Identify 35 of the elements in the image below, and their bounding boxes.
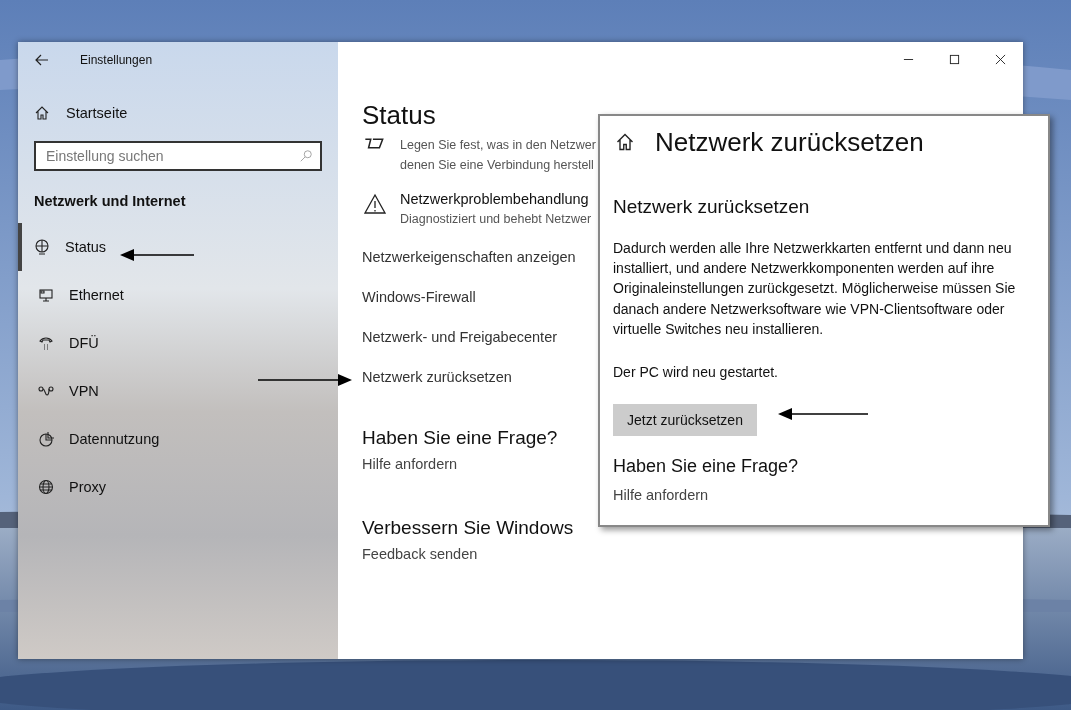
nav-item[interactable]: Datennutzung xyxy=(18,415,338,463)
nav-item[interactable]: Proxy xyxy=(18,463,338,511)
reset-button[interactable]: Jetzt zurücksetzen xyxy=(613,404,757,436)
nav-item[interactable]: DFÜ xyxy=(18,319,338,367)
home-icon[interactable] xyxy=(615,132,635,152)
help-link[interactable]: Hilfe anfordern xyxy=(362,451,458,477)
dialog-text: Dadurch werden alle Ihre Netzwerkkarten entfernt und dann neu installiert, und andere Netzwerkkomponenten werden auf ihre Originaleinstellungen zurückgesetzt. Möglicherweise müssen Sie danach andere Netzwerksoftware wie VPN-Clientsoftware oder virtuelle Switches neu installieren. xyxy=(613,239,1017,339)
section-heading: Haben Sie eine Frage? xyxy=(362,426,558,450)
nav-item[interactable]: VPN xyxy=(18,367,338,415)
dialog-heading: Netzwerk zurücksetzen xyxy=(613,196,810,218)
maximize-icon[interactable] xyxy=(948,53,960,65)
nav-item[interactable]: Ethernet xyxy=(18,271,338,319)
section-heading: Verbessern Sie Windows xyxy=(362,516,574,540)
dialog-text: Der PC wird neu gestartet. xyxy=(613,364,778,380)
page-title: Status xyxy=(362,100,437,131)
globe-icon xyxy=(38,479,54,495)
dialog-title: Netzwerk zurücksetzen xyxy=(655,126,924,158)
search-field[interactable]: Einstellung suchen xyxy=(34,141,322,171)
home-link[interactable]: Startseite xyxy=(34,105,322,121)
troubleshoot-link[interactable]: Netzwerkproblembehandlung xyxy=(400,189,592,209)
description-text: Legen Sie fest, was in den Netzwer xyxy=(400,137,596,154)
search-icon xyxy=(299,149,313,163)
section-heading: Haben Sie eine Frage? xyxy=(613,456,799,477)
help-link[interactable]: Hilfe anfordern xyxy=(613,487,709,503)
warning-icon xyxy=(364,193,386,215)
section-heading: Netzwerk und Internet xyxy=(34,193,187,209)
close-icon[interactable] xyxy=(994,53,1006,65)
help-link[interactable]: Feedback senden xyxy=(362,541,478,567)
monitor-icon xyxy=(38,287,54,303)
description-text: Diagnostiziert und behebt Netzwer xyxy=(400,211,592,228)
globe-monitor-icon xyxy=(34,239,50,255)
phone-icon xyxy=(38,335,54,351)
home-icon xyxy=(34,105,50,121)
description-text: denen Sie eine Verbindung herstell xyxy=(400,157,595,174)
window-title: Einstellungen xyxy=(80,52,153,67)
